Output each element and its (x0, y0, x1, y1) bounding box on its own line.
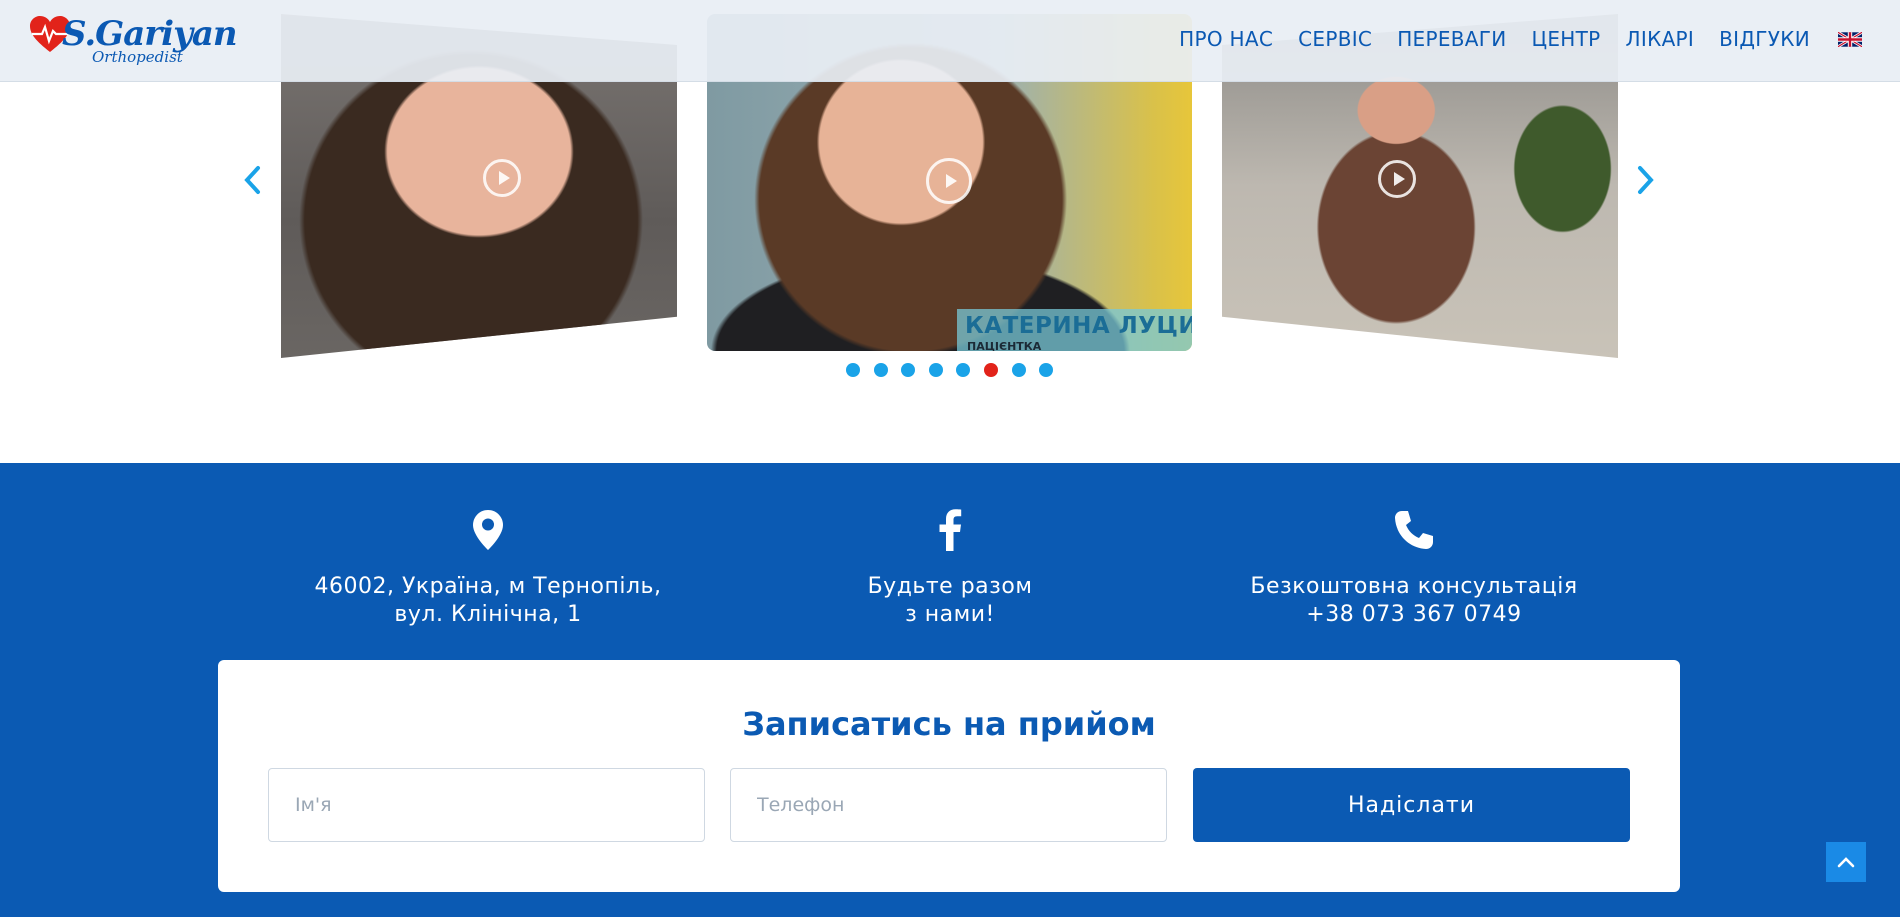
nav-item-reviews[interactable]: ВІДГУКИ (1719, 27, 1810, 51)
form-title: Записатись на прийом (742, 705, 1156, 743)
nav-item-service[interactable]: СЕРВІС (1298, 27, 1372, 51)
carousel-pagination (846, 363, 1067, 377)
chevron-left-icon[interactable] (238, 160, 268, 200)
nav-item-advantages[interactable]: ПЕРЕВАГИ (1397, 27, 1506, 51)
phone-block: Безкоштовна консультація +38 073 367 074… (1214, 509, 1614, 629)
nav-item-center[interactable]: ЦЕНТР (1532, 27, 1601, 51)
main-nav: ПРО НАС СЕРВІС ПЕРЕВАГИ ЦЕНТР ЛІКАРІ ВІД… (1154, 0, 1862, 78)
slide-caption-sub: ПАЦІЄНТКА (967, 340, 1042, 351)
carousel-dot[interactable] (956, 363, 971, 377)
phone-input[interactable] (730, 768, 1167, 842)
play-icon[interactable] (926, 158, 972, 204)
carousel-dot[interactable] (901, 363, 916, 377)
logo-subtitle: Orthopedist (92, 48, 183, 66)
name-input[interactable] (268, 768, 705, 842)
social-line-1: Будьте разом (867, 574, 1033, 599)
phone-icon[interactable] (1393, 509, 1435, 551)
scroll-to-top-button[interactable] (1826, 842, 1866, 882)
uk-flag-icon[interactable] (1838, 31, 1862, 47)
chevron-up-icon (1837, 857, 1855, 868)
chevron-right-icon[interactable] (1630, 160, 1660, 200)
slide-caption: КАТЕРИНА ЛУЦИ (965, 313, 1192, 339)
phone-number[interactable]: +38 073 367 0749 (1214, 601, 1614, 629)
facebook-icon[interactable] (938, 509, 962, 551)
carousel-dot-active[interactable] (983, 363, 998, 377)
logo[interactable]: S.Gariyan Orthopedist (28, 12, 238, 68)
submit-button[interactable]: Надіслати (1193, 768, 1630, 842)
nav-item-about[interactable]: ПРО НАС (1179, 27, 1273, 51)
play-icon[interactable] (1378, 160, 1416, 198)
address-line-1: 46002, Україна, м Тернопіль, (314, 574, 662, 599)
phone-line-1: Безкоштовна консультація (1250, 574, 1578, 599)
carousel-dot[interactable] (1011, 363, 1026, 377)
carousel-dot[interactable] (846, 363, 860, 377)
address-line-2: вул. Клінічна, 1 (394, 602, 582, 627)
play-icon[interactable] (483, 159, 521, 197)
social-line-2: з нами! (905, 602, 995, 627)
location-pin-icon (473, 510, 503, 550)
site-header: S.Gariyan Orthopedist ПРО НАС СЕРВІС ПЕР… (0, 0, 1900, 82)
social-block: Будьте разом з нами! (750, 509, 1150, 629)
nav-item-doctors[interactable]: ЛІКАРІ (1626, 27, 1695, 51)
carousel-dot[interactable] (928, 363, 943, 377)
carousel-dot[interactable] (1039, 363, 1054, 377)
address-block: 46002, Україна, м Тернопіль, вул. Клініч… (288, 509, 688, 629)
carousel-dot[interactable] (873, 363, 888, 377)
appointment-form: Записатись на прийом Надіслати (218, 660, 1680, 892)
